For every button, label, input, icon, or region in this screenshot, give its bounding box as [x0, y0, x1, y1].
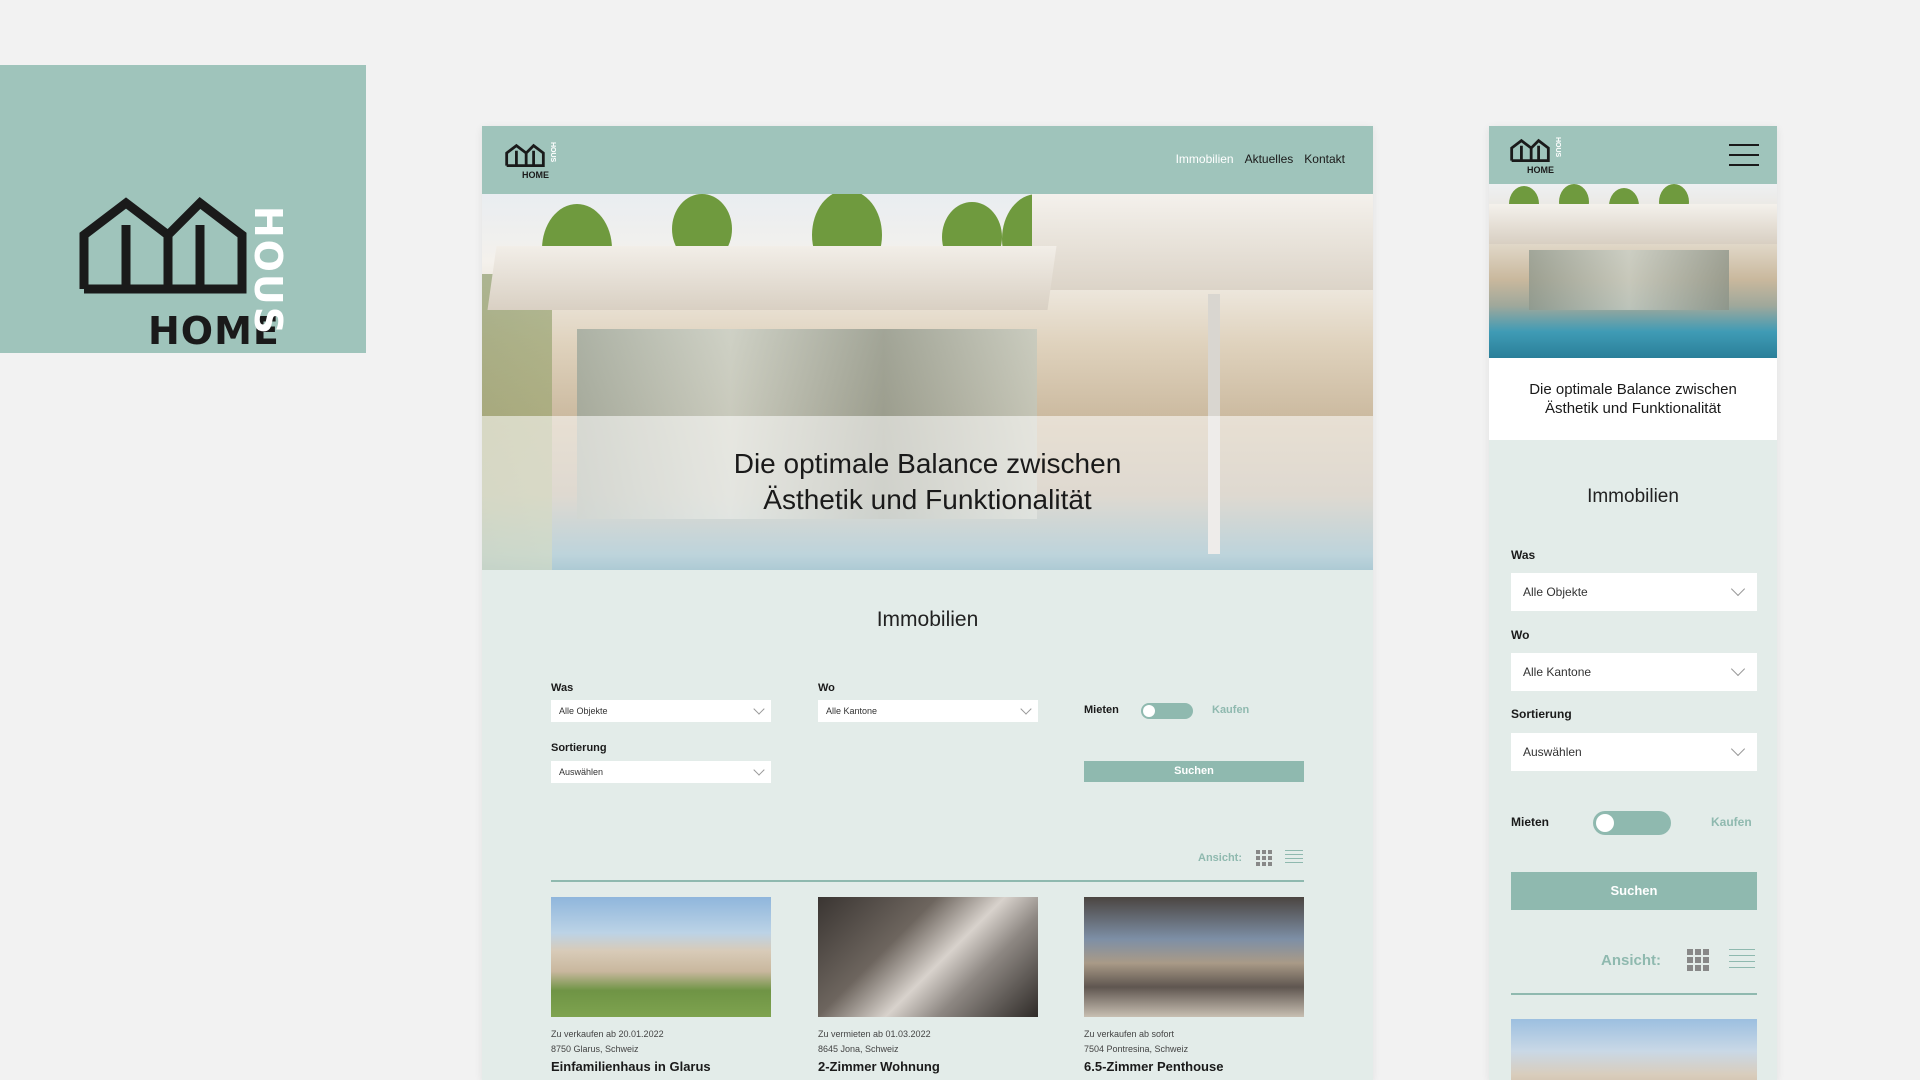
grid-view-icon[interactable]	[1687, 949, 1709, 971]
sort-label: Sortierung	[551, 742, 607, 754]
mobile-listing-image[interactable]	[1511, 1019, 1757, 1080]
nav-item-kontakt[interactable]: Kontakt	[1304, 152, 1345, 166]
mobile-sort-select[interactable]: Auswählen	[1511, 733, 1757, 771]
mobile-hero-image	[1489, 184, 1777, 358]
list-view-icon[interactable]	[1285, 850, 1303, 866]
listing-card[interactable]: Zu vermieten ab 01.03.2022 8645 Jona, Sc…	[818, 897, 1038, 1074]
desktop-mockup: HOME HOUS Immobilien Aktuelles Kontakt D…	[482, 126, 1373, 1080]
mobile-mieten-label: Mieten	[1511, 815, 1550, 829]
logo-hous-text: HOUS	[246, 205, 290, 337]
chevron-down-icon	[1020, 703, 1032, 715]
mobile-kaufen-label: Kaufen	[1711, 815, 1752, 829]
mobile-section-title: Immobilien	[1587, 486, 1679, 507]
mobile-mieten-kaufen-toggle[interactable]	[1593, 811, 1671, 835]
was-label: Was	[551, 682, 574, 694]
chevron-down-icon	[1730, 581, 1746, 597]
house-logo-icon	[505, 143, 545, 167]
desktop-menu: Immobilien Aktuelles Kontakt	[1176, 152, 1345, 166]
wo-label: Wo	[818, 682, 835, 694]
wo-select[interactable]: Alle Kantone	[818, 700, 1038, 722]
listing-meta: Zu verkaufen ab 20.01.2022 8750 Glarus, …	[551, 1029, 664, 1054]
mobile-was-select[interactable]: Alle Objekte	[1511, 573, 1757, 611]
mieten-kaufen-toggle[interactable]	[1141, 703, 1193, 719]
sort-select[interactable]: Auswählen	[551, 761, 771, 783]
desktop-navbar: HOME HOUS Immobilien Aktuelles Kontakt	[482, 126, 1373, 194]
search-button[interactable]: Suchen	[1084, 761, 1304, 782]
view-label: Ansicht:	[1198, 852, 1242, 864]
mobile-search-button[interactable]: Suchen	[1511, 872, 1757, 910]
brand-logo-tile: HOME HOUS	[0, 65, 366, 353]
house-logo-icon	[1510, 138, 1550, 162]
hamburger-icon[interactable]	[1729, 144, 1759, 166]
mobile-was-label: Was	[1511, 548, 1536, 562]
listing-card[interactable]: Zu verkaufen ab 20.01.2022 8750 Glarus, …	[551, 897, 771, 1074]
house-logo-icon	[79, 197, 247, 294]
mobile-hero-title: Die optimale Balance zwischen Ästhetik u…	[1529, 381, 1737, 417]
was-select[interactable]: Alle Objekte	[551, 700, 771, 722]
chevron-down-icon	[1730, 661, 1746, 677]
listing-card[interactable]: Zu verkaufen ab sofort 7504 Pontresina, …	[1084, 897, 1304, 1074]
mobile-navbar: HOME HOUS	[1489, 126, 1777, 184]
section-title: Immobilien	[876, 608, 979, 631]
kaufen-label: Kaufen	[1212, 704, 1250, 716]
hero-title: Die optimale Balance zwischen Ästhetik u…	[733, 448, 1122, 515]
listing-image[interactable]	[551, 897, 771, 1017]
nav-item-immobilien[interactable]: Immobilien	[1176, 152, 1234, 166]
mobile-wo-select[interactable]: Alle Kantone	[1511, 653, 1757, 691]
nav-item-aktuelles[interactable]: Aktuelles	[1245, 152, 1294, 166]
listing-image[interactable]	[818, 897, 1038, 1017]
mobile-wo-label: Wo	[1511, 628, 1530, 642]
mobile-divider	[1511, 993, 1757, 995]
chevron-down-icon	[1730, 741, 1746, 757]
mobile-sort-label: Sortierung	[1511, 707, 1572, 721]
listing-title[interactable]: Einfamilienhaus in Glarus	[551, 1059, 771, 1074]
nav-logo[interactable]: HOME HOUS	[1509, 136, 1561, 176]
listing-image[interactable]	[1084, 897, 1304, 1017]
mobile-mockup: HOME HOUS Die optimale Balance zwischen …	[1489, 126, 1777, 1080]
divider	[551, 880, 1304, 882]
grid-view-icon[interactable]	[1256, 850, 1272, 866]
listing-meta: Zu vermieten ab 01.03.2022 8645 Jona, Sc…	[818, 1029, 931, 1054]
mieten-label: Mieten	[1084, 704, 1119, 716]
listing-title[interactable]: 2-Zimmer Wohnung	[818, 1059, 1038, 1074]
list-view-icon[interactable]	[1729, 949, 1755, 973]
listing-meta: Zu verkaufen ab sofort 7504 Pontresina, …	[1084, 1029, 1189, 1054]
listing-title[interactable]: 6.5-Zimmer Penthouse	[1084, 1059, 1304, 1074]
chevron-down-icon	[753, 764, 765, 776]
hero-image: Die optimale Balance zwischen Ästhetik u…	[482, 194, 1373, 570]
nav-logo[interactable]: HOME HOUS	[504, 141, 556, 181]
chevron-down-icon	[753, 703, 765, 715]
mobile-view-label: Ansicht:	[1601, 952, 1661, 969]
